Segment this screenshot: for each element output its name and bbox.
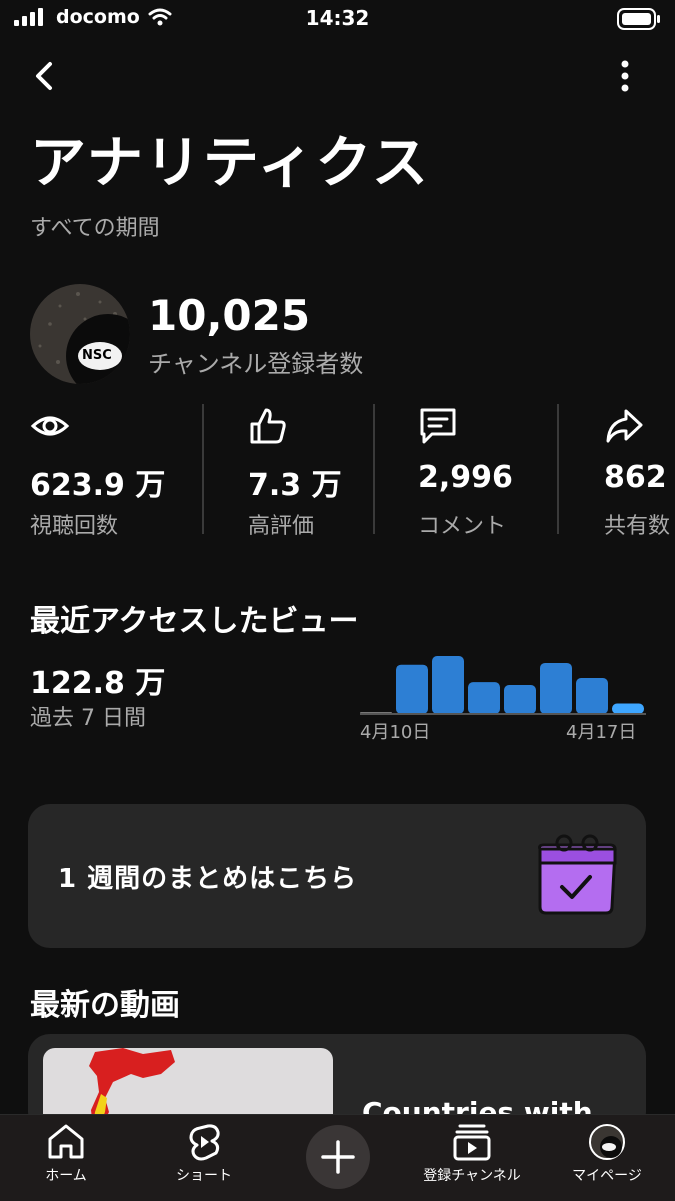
period-subtitle: すべての期間 (30, 216, 160, 241)
subscriptions-icon (453, 1124, 491, 1161)
bottom-nav: ホーム ショート 登録チャンネル マイページ (0, 1114, 675, 1201)
comments-value: 2,996 (418, 460, 513, 495)
recent-views-value: 122.8 万 (30, 666, 166, 701)
more-options-icon[interactable] (610, 58, 640, 94)
nav-home-label: ホーム (45, 1168, 87, 1184)
recent-views-title: 最近アクセスしたビュー (30, 604, 359, 639)
stat-divider (557, 404, 559, 534)
chart-bar (396, 664, 428, 714)
latest-video-title: 最新の動画 (30, 988, 180, 1023)
avatar-image (30, 284, 130, 384)
avatar-logo-text: NSC (82, 348, 112, 363)
chart-bar (432, 656, 464, 714)
weekly-summary-text: 1 週間のまとめはこちら (58, 864, 358, 894)
x-label-start: 4月10日 (360, 722, 430, 743)
thumbs-up-icon (250, 408, 286, 444)
shares-value: 862 (604, 460, 667, 495)
chart-bar (612, 703, 644, 714)
page-title: アナリティクス (30, 131, 430, 196)
views-label: 視聴回数 (30, 514, 119, 539)
chart-bar (468, 682, 500, 714)
comments-label: コメント (418, 514, 507, 539)
x-label-end: 4月17日 (566, 722, 636, 743)
stat-divider (373, 404, 375, 534)
battery-icon (617, 8, 660, 30)
back-icon[interactable] (28, 56, 62, 96)
home-icon (48, 1124, 84, 1159)
likes-value: 7.3 万 (248, 468, 342, 503)
eye-icon (30, 416, 70, 436)
clock: 14:32 (305, 6, 370, 30)
nav-mypage[interactable]: マイページ (566, 1123, 648, 1185)
nav-subscriptions[interactable]: 登録チャンネル (412, 1123, 532, 1185)
plus-icon (321, 1140, 355, 1174)
calendar-check-icon (538, 834, 617, 915)
status-bar: docomo 14:32 (0, 0, 675, 40)
nav-mypage-label: マイページ (572, 1168, 642, 1184)
views-value: 623.9 万 (30, 468, 166, 503)
chart-bar (504, 685, 536, 714)
nav-subscriptions-label: 登録チャンネル (423, 1168, 521, 1184)
chart-bar (540, 662, 572, 714)
comment-icon (420, 408, 456, 444)
shares-label: 共有数 (604, 514, 671, 539)
likes-label: 高評価 (248, 514, 315, 539)
subscriber-label: チャンネル登録者数 (148, 350, 364, 378)
nav-shorts-label: ショート (176, 1168, 232, 1184)
create-button[interactable] (306, 1125, 370, 1189)
chart-bar (576, 678, 608, 714)
share-icon (606, 409, 643, 443)
nav-shorts[interactable]: ショート (166, 1123, 242, 1185)
channel-avatar[interactable]: NSC (30, 284, 130, 384)
recent-views-chart[interactable]: 4月10日 4月17日 (356, 640, 648, 750)
shorts-icon (189, 1124, 220, 1161)
stat-divider (202, 404, 204, 534)
profile-avatar-icon (589, 1124, 625, 1160)
nav-home[interactable]: ホーム (34, 1123, 98, 1185)
subscriber-count: 10,025 (148, 291, 311, 340)
recent-views-period: 過去 7 日間 (30, 706, 146, 731)
